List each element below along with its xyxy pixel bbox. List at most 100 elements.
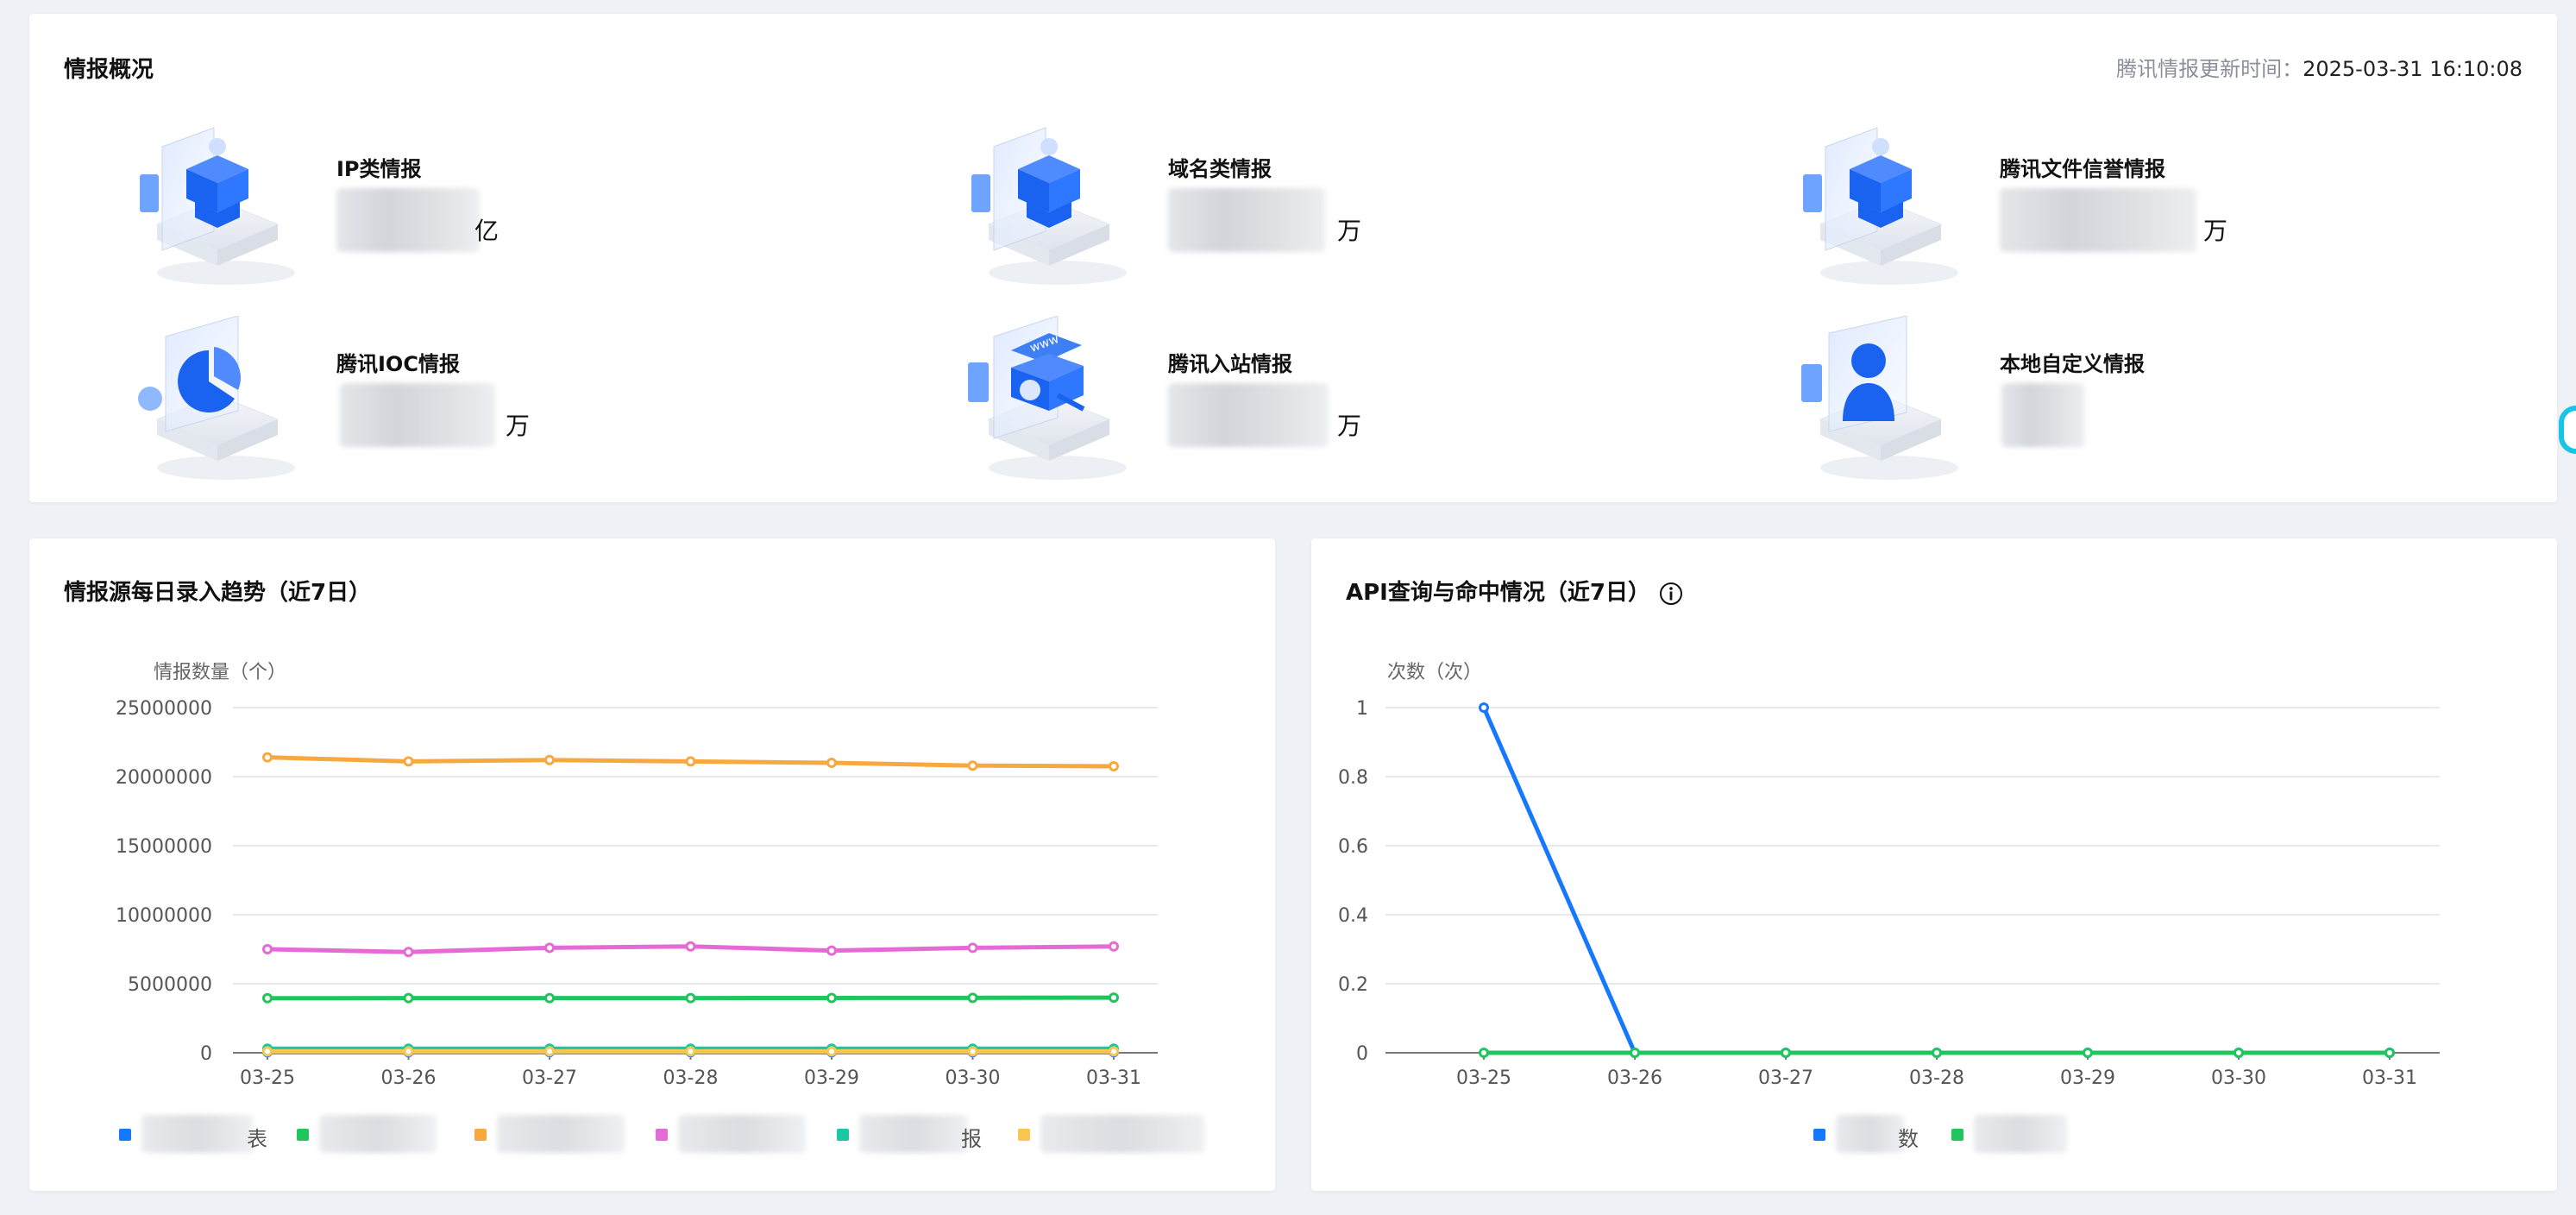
- trend-series-3-point: [262, 944, 273, 954]
- tile-ip-intel[interactable]: IP类情报 亿: [131, 121, 908, 311]
- trend-legend-item[interactable]: 报: [837, 1113, 982, 1156]
- legend-blurred-label: [1974, 1115, 2067, 1153]
- trend-legend-item[interactable]: [656, 1113, 818, 1156]
- trend-x-tick-label: 03-27: [522, 1067, 577, 1089]
- blurred-count: [336, 188, 480, 252]
- tile-inbound-intel[interactable]: www 腾讯入站情报 万: [963, 316, 1739, 506]
- tile-label: 本地自定义情报: [2000, 352, 2145, 376]
- trend-series-3-point: [967, 942, 978, 954]
- tile-file-reputation-intel[interactable]: 腾讯文件信誉情报 万: [1794, 121, 2571, 311]
- legend-label-suffix: 数: [1898, 1127, 1919, 1151]
- legend-swatch: [1951, 1129, 1963, 1141]
- legend-swatch: [297, 1129, 309, 1141]
- trend-x-tick-label: 03-28: [663, 1067, 719, 1089]
- api-y-tick-label: 0: [1356, 1043, 1368, 1065]
- update-time-line: 腾讯情报更新时间：2025-03-31 16:10:08: [2116, 52, 2523, 82]
- tile-unit: 万: [1337, 217, 1362, 245]
- trend-x-tick-label: 03-31: [1086, 1067, 1141, 1089]
- cube-stack-icon: [971, 127, 1127, 285]
- tile-unit: 万: [2203, 217, 2228, 245]
- trend-series-2-point: [685, 756, 696, 767]
- trend-series-1-point: [1109, 992, 1119, 1004]
- update-time-value: 2025-03-31 16:10:08: [2303, 57, 2523, 81]
- legend-swatch: [1813, 1129, 1825, 1141]
- api-y-tick-label: 0.6: [1338, 836, 1368, 858]
- trend-legend: 表报: [29, 1113, 1275, 1156]
- legend-label-suffix: 表: [247, 1127, 267, 1151]
- pie-shield-icon: [138, 316, 295, 480]
- api-y-tick-label: 1: [1356, 698, 1368, 720]
- trend-x-tick-label: 03-25: [240, 1067, 295, 1089]
- trend-series-1-point: [967, 992, 978, 1004]
- tile-local-custom-intel[interactable]: 本地自定义情报: [1794, 316, 2571, 506]
- api-x-tick-label: 03-30: [2211, 1067, 2266, 1089]
- daily-intake-trend-card: 情报源每日录入趋势（近7日） 情报数量（个） 25000000 20000000 15…: [29, 538, 1275, 1191]
- trend-series-5-point: [403, 1046, 414, 1057]
- tile-unit: 亿: [474, 217, 499, 245]
- trend-series-1-point: [685, 992, 696, 1004]
- trend-x-tick-label: 03-26: [381, 1067, 437, 1089]
- blurred-count: [2001, 383, 2084, 447]
- api-y-tick-label: 0.4: [1338, 905, 1368, 927]
- api-legend: 数: [1311, 1113, 2557, 1156]
- legend-swatch: [656, 1129, 668, 1141]
- intel-overview-card: 情报概况 腾讯情报更新时间：2025-03-31 16:10:08 IP类情报 …: [29, 14, 2557, 502]
- api-series-1-point: [1630, 1048, 1640, 1058]
- api-legend-item[interactable]: [1951, 1113, 2079, 1156]
- trend-line-chart: 情报数量（个） 25000000 20000000 15000000 10000000 5…: [116, 662, 1158, 1089]
- side-float-handle[interactable]: [2559, 406, 2576, 454]
- trend-series-2-point: [1109, 761, 1119, 771]
- api-series-1-point: [2384, 1048, 2395, 1058]
- legend-swatch: [474, 1129, 487, 1141]
- trend-series-5-point: [1109, 1046, 1119, 1057]
- api-series-0-line: [1481, 706, 2390, 1055]
- trend-y-tick-label: 0: [200, 1043, 212, 1065]
- legend-blurred-label: [141, 1115, 254, 1153]
- tile-ioc-intel[interactable]: 腾讯IOC情报 万: [131, 316, 908, 506]
- legend-blurred-label: [319, 1115, 437, 1153]
- trend-legend-item[interactable]: 表: [119, 1113, 267, 1156]
- trend-legend-item[interactable]: [297, 1113, 449, 1156]
- api-x-tick-label: 03-27: [1758, 1067, 1813, 1089]
- trend-series-3-point: [544, 942, 555, 954]
- legend-swatch: [837, 1129, 849, 1141]
- trend-series-1-point: [403, 992, 414, 1004]
- legend-label-suffix: 报: [961, 1127, 982, 1151]
- trend-series-2-point: [403, 756, 414, 767]
- api-legend-item[interactable]: 数: [1813, 1113, 1919, 1156]
- trend-series-5-point: [262, 1046, 273, 1057]
- api-x-tick-label: 03-29: [2060, 1067, 2115, 1089]
- trend-series-1-point: [262, 992, 273, 1004]
- trend-legend-item[interactable]: [474, 1113, 637, 1156]
- api-x-tick-label: 03-28: [1909, 1067, 1964, 1089]
- legend-swatch: [1018, 1129, 1030, 1141]
- trend-y-tick-label: 5000000: [128, 974, 212, 996]
- overview-title: 情报概况: [64, 57, 154, 83]
- blurred-count: [340, 383, 495, 447]
- tile-label: IP类情报: [336, 157, 422, 181]
- trend-y-tick-label: 10000000: [116, 905, 212, 927]
- legend-swatch: [119, 1129, 131, 1141]
- api-line-chart: 次数（次） 1 0.8 0.6 0.4 0.2 0 03-25 03-26 03-27 03-28 0…: [1338, 662, 2440, 1089]
- tile-label: 腾讯文件信誉情报: [2000, 157, 2165, 181]
- legend-blurred-label: [678, 1115, 806, 1153]
- api-series-1-point: [1932, 1048, 1942, 1058]
- trend-series-3-point: [826, 945, 837, 956]
- trend-series-5-point: [967, 1046, 978, 1057]
- user-card-icon: [1801, 316, 1958, 480]
- legend-blurred-label: [497, 1115, 625, 1153]
- trend-series-2-point: [262, 752, 273, 763]
- blurred-count: [1168, 188, 1325, 252]
- tile-label: 腾讯IOC情报: [336, 352, 460, 376]
- trend-y-tick-label: 20000000: [116, 767, 212, 789]
- api-series-1-point: [2234, 1048, 2244, 1058]
- trend-y-tick-label: 15000000: [116, 836, 212, 858]
- trend-legend-item[interactable]: [1018, 1113, 1216, 1156]
- www-gear-icon: www: [968, 316, 1127, 480]
- tile-domain-intel[interactable]: 域名类情报 万: [963, 121, 1739, 311]
- trend-series-3-point: [685, 941, 696, 952]
- trend-series-1-point: [544, 992, 555, 1004]
- legend-blurred-label: [1836, 1115, 1905, 1153]
- api-series-1-point: [2083, 1048, 2093, 1058]
- trend-series-2-point: [826, 758, 837, 768]
